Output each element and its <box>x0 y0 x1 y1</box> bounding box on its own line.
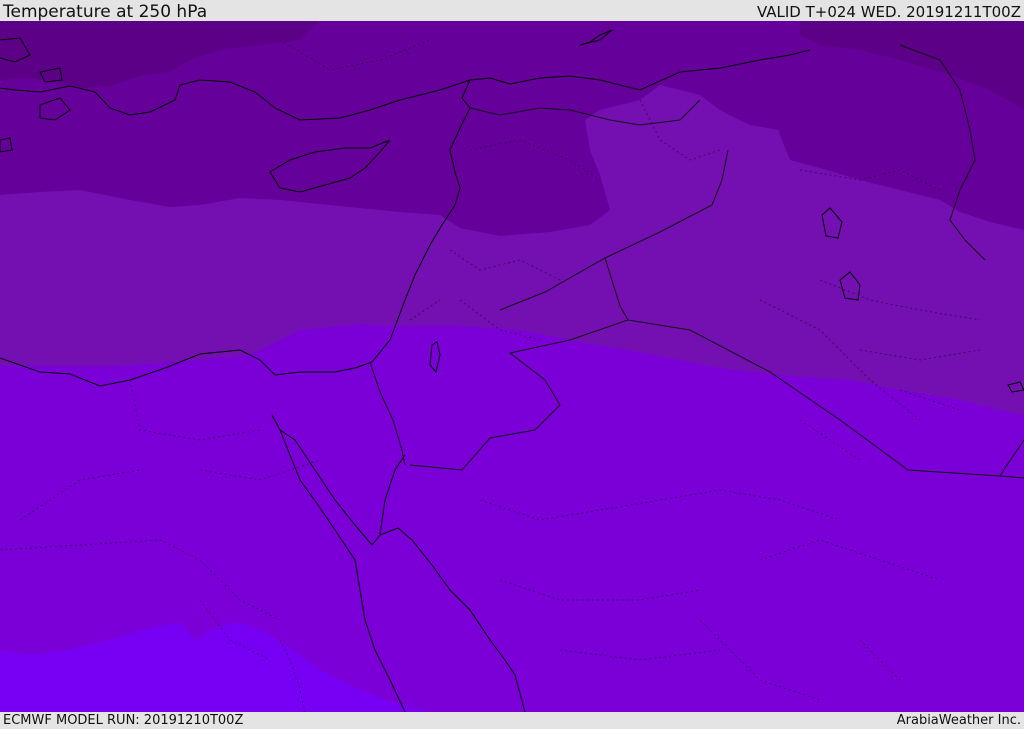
header-bar: Temperature at 250 hPa VALID T+024 WED. … <box>0 0 1024 21</box>
map-svg <box>0 21 1024 712</box>
valid-time: VALID T+024 WED. 20191211T00Z <box>756 3 1021 21</box>
map-title: Temperature at 250 hPa <box>3 2 208 22</box>
credit: ArabiaWeather Inc. <box>896 713 1021 728</box>
weather-map[interactable] <box>0 21 1024 712</box>
footer-bar: ECMWF MODEL RUN: 20191210T00Z ArabiaWeat… <box>0 712 1024 729</box>
model-run: ECMWF MODEL RUN: 20191210T00Z <box>3 713 244 728</box>
